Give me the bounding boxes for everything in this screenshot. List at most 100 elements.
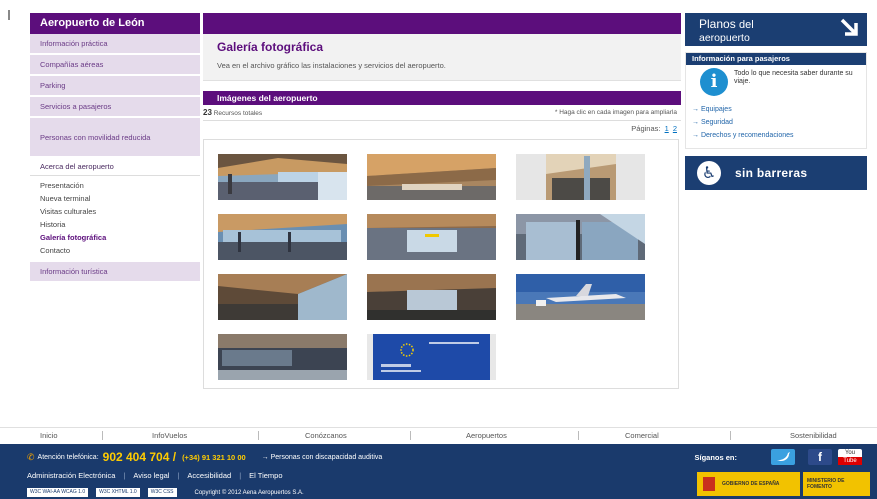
- legal-sep: |: [123, 471, 126, 480]
- gallery-thumb-11[interactable]: [367, 334, 496, 380]
- link-aviso-legal[interactable]: Aviso legal: [133, 471, 169, 480]
- gallery-thumb-4[interactable]: [218, 214, 347, 260]
- footer: ✆ Atención telefónica: 902 404 704 / (+3…: [0, 444, 877, 499]
- nav-item-servicios-pasajeros[interactable]: Servicios a pasajeros: [30, 97, 200, 118]
- info-panel-body: i Todo lo que necesita saber durante su …: [686, 65, 866, 101]
- legal-links: Administración Electrónica | Aviso legal…: [27, 471, 283, 480]
- footer-link-comercial[interactable]: Comercial: [625, 431, 659, 440]
- subnav-item-presentacion[interactable]: Presentación: [40, 179, 200, 192]
- wheelchair-icon: ♿: [697, 161, 721, 185]
- page-title: Galería fotográfica: [217, 40, 324, 54]
- info-text: Todo lo que necesita saber durante su vi…: [734, 70, 853, 85]
- resource-label: Recursos totales: [213, 110, 263, 117]
- nav-item-informacion-turistica[interactable]: Información turística: [30, 262, 200, 283]
- site-title[interactable]: Aeropuerto de León: [30, 13, 200, 34]
- footer-sep: [730, 431, 731, 440]
- planos-word-del: del: [739, 19, 754, 31]
- gobierno-espana-logo[interactable]: GOBIERNO DE ESPAÑA: [697, 472, 800, 496]
- legal-sep: |: [177, 471, 180, 480]
- page-description: Vea en el archivo gráfico las instalacio…: [217, 61, 446, 70]
- coat-of-arms-icon: [701, 475, 717, 493]
- gallery-thumb-8[interactable]: [367, 274, 496, 320]
- main-content: Galería fotográfica Vea en el archivo gr…: [203, 13, 681, 389]
- sin-barreras-banner[interactable]: ♿ sin barreras: [685, 156, 867, 190]
- gallery-thumb-10[interactable]: [218, 334, 347, 380]
- link-accesibilidad[interactable]: Accesibilidad: [187, 471, 231, 480]
- gallery-thumb-9[interactable]: [516, 274, 645, 320]
- right-column: Planos del aeropuerto Información para p…: [685, 13, 867, 190]
- twitter-icon[interactable]: [771, 449, 795, 465]
- planos-line2: aeropuerto: [699, 32, 750, 44]
- phone-number: 902 404 704 /: [102, 450, 177, 464]
- footer-nav: Inicio InfoVuelos Conózcanos Aeropuertos…: [0, 427, 877, 443]
- phone-label: Atención telefónica:: [37, 453, 99, 461]
- sidebar: Aeropuerto de León Información práctica …: [30, 13, 200, 283]
- contact-row: ✆ Atención telefónica: 902 404 704 / (+3…: [27, 450, 382, 464]
- nav-item-informacion-practica[interactable]: Información práctica: [30, 34, 200, 55]
- gallery-thumb-7[interactable]: [218, 274, 347, 320]
- click-hint: * Haga clic en cada imagen para ampliarl…: [554, 109, 677, 116]
- css-badge[interactable]: W3C CSS: [147, 488, 177, 497]
- youtube-icon[interactable]: You Tube: [838, 449, 862, 465]
- footer-sep: [258, 431, 259, 440]
- nav-item-parking[interactable]: Parking: [30, 76, 200, 97]
- gallery-thumb-1[interactable]: [218, 154, 347, 200]
- footer-sep: [102, 431, 103, 440]
- footer-link-aeropuertos[interactable]: Aeropuertos: [466, 431, 507, 440]
- subnav-item-galeria[interactable]: Galería fotográfica: [40, 231, 200, 244]
- gobierno-label: GOBIERNO DE ESPAÑA: [722, 481, 780, 487]
- pages-label: Páginas:: [631, 124, 661, 133]
- info-panel-title: Información para pasajeros: [686, 53, 866, 65]
- link-seguridad-label: Seguridad: [700, 119, 733, 126]
- ministerio-label: MINISTERIO DE FOMENTO: [807, 478, 845, 490]
- link-discapacidad-auditiva[interactable]: → Personas con discapacidad auditiva: [262, 454, 383, 461]
- sin-barreras-label: sin barreras: [735, 166, 808, 180]
- youtube-tube: Tube: [838, 457, 862, 465]
- footer-link-sostenibilidad[interactable]: Sostenibilidad: [790, 431, 837, 440]
- link-seguridad[interactable]: → Seguridad: [692, 116, 860, 129]
- resource-row: 23 Recursos totales * Haga clic en cada …: [203, 105, 681, 121]
- footer-link-infovuelos[interactable]: InfoVuelos: [152, 431, 187, 440]
- link-admin-electronica[interactable]: Administración Electrónica: [27, 471, 115, 480]
- link-el-tiempo[interactable]: El Tiempo: [249, 471, 282, 480]
- info-icon: i: [700, 68, 728, 96]
- phone-icon: ✆: [27, 451, 35, 462]
- planos-word: Planos: [699, 17, 736, 31]
- link-derechos-label: Derechos y recomendaciones: [700, 132, 794, 139]
- resource-count-wrap: 23 Recursos totales: [203, 105, 262, 120]
- planos-banner[interactable]: Planos del aeropuerto: [685, 13, 867, 46]
- subnav-item-contacto[interactable]: Contacto: [40, 244, 200, 257]
- link-derechos[interactable]: → Derechos y recomendaciones: [692, 129, 860, 142]
- facebook-icon[interactable]: f: [808, 449, 832, 465]
- legal-sep: |: [239, 471, 242, 480]
- link-equipajes-label: Equipajes: [700, 106, 732, 113]
- arrow-down-right-icon: [840, 18, 858, 36]
- gallery-thumb-3[interactable]: [516, 154, 645, 200]
- info-panel: Información para pasajeros i Todo lo que…: [685, 52, 867, 149]
- xhtml-badge[interactable]: W3C XHTML 1.0: [96, 488, 140, 497]
- resource-count: 23: [203, 108, 212, 117]
- footer-link-conozcanos[interactable]: Conózcanos: [305, 431, 347, 440]
- link-equipajes[interactable]: → Equipajes: [692, 103, 860, 116]
- ministerio-fomento-logo[interactable]: MINISTERIO DE FOMENTO: [803, 472, 870, 496]
- youtube-you: You: [844, 450, 856, 456]
- gallery-thumb-5[interactable]: [367, 214, 496, 260]
- page-link-2[interactable]: 2: [673, 124, 677, 133]
- main-header-bar: [203, 13, 681, 34]
- badges-row: W3C WAI-AA WCAG 1.0 W3C XHTML 1.0 W3C CS…: [27, 488, 304, 497]
- gallery-thumb-6[interactable]: [516, 214, 645, 260]
- nav-item-movilidad-reducida[interactable]: Personas con movilidad reducida: [30, 118, 200, 158]
- nav-item-acerca-aeropuerto[interactable]: Acerca del aeropuerto: [30, 158, 200, 176]
- subnav-item-visitas-culturales[interactable]: Visitas culturales: [40, 205, 200, 218]
- gallery-thumb-2[interactable]: [367, 154, 496, 200]
- subnav-item-historia[interactable]: Historia: [40, 218, 200, 231]
- subnav-item-nueva-terminal[interactable]: Nueva terminal: [40, 192, 200, 205]
- wcag-badge[interactable]: W3C WAI-AA WCAG 1.0: [27, 488, 89, 497]
- page-header: Galería fotográfica Vea en el archivo gr…: [203, 34, 681, 81]
- nav-item-companias-aereas[interactable]: Compañías aéreas: [30, 55, 200, 76]
- gallery-grid: [203, 139, 679, 389]
- page-link-1[interactable]: 1: [665, 124, 669, 133]
- footer-sep: [410, 431, 411, 440]
- footer-link-inicio[interactable]: Inicio: [40, 431, 58, 440]
- phone-number-intl: (+34) 91 321 10 00: [182, 452, 246, 462]
